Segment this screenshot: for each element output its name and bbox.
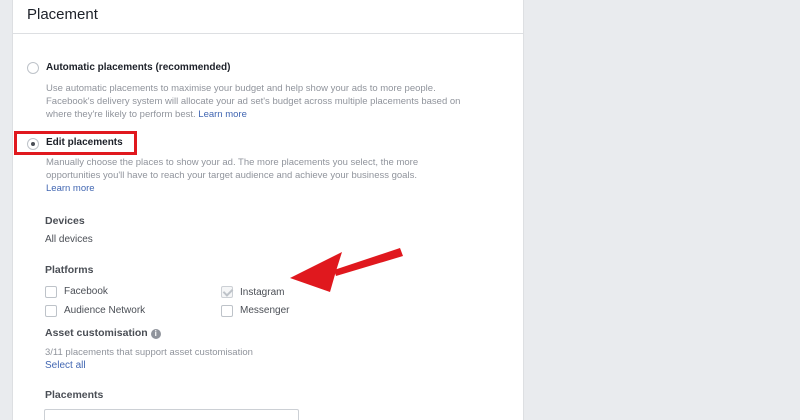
red-arrow-icon xyxy=(290,248,403,292)
instagram-label: Instagram xyxy=(240,287,285,298)
messenger-label: Messenger xyxy=(240,305,290,316)
facebook-label: Facebook xyxy=(64,286,108,297)
placements-label: Placements xyxy=(45,389,104,401)
page-title: Placement xyxy=(27,6,98,23)
platforms-label: Platforms xyxy=(45,264,94,276)
highlight-box xyxy=(14,131,137,155)
asset-customisation-label: Asset customisation i xyxy=(45,327,161,339)
placement-panel: Placement Automatic placements (recommen… xyxy=(12,0,524,420)
select-all-link[interactable]: Select all xyxy=(45,360,86,371)
info-icon[interactable]: i xyxy=(150,329,161,339)
audience-network-label: Audience Network xyxy=(64,305,146,316)
facebook-checkbox[interactable] xyxy=(45,286,57,298)
automatic-placements-radio[interactable] xyxy=(27,62,39,74)
audience-network-checkbox[interactable] xyxy=(45,305,57,317)
edit-placements-description: Manually choose the places to show your … xyxy=(46,157,419,194)
automatic-learn-more-link[interactable]: Learn more xyxy=(198,109,247,120)
edit-learn-more-link[interactable]: Learn more xyxy=(46,183,95,194)
panel-header: Placement xyxy=(13,0,523,34)
messenger-checkbox[interactable] xyxy=(221,305,233,317)
automatic-placements-title: Automatic placements (recommended) xyxy=(46,62,231,73)
instagram-checkbox[interactable] xyxy=(221,286,233,298)
placements-dropdown[interactable] xyxy=(44,409,299,420)
devices-label: Devices xyxy=(45,215,85,227)
asset-customisation-description: 3/11 placements that support asset custo… xyxy=(45,347,253,358)
automatic-placements-description: Use automatic placements to maximise you… xyxy=(46,83,461,120)
devices-value[interactable]: All devices xyxy=(45,234,93,245)
